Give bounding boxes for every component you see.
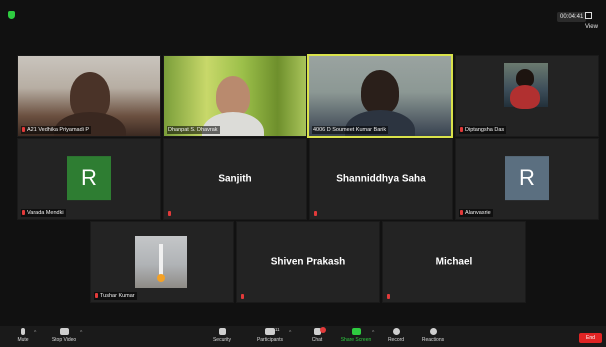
tile-name-label: Diptangsha Das [459, 126, 507, 134]
stop-video-button[interactable]: Stop Video [48, 328, 80, 343]
mic-muted-icon [168, 211, 171, 216]
participants-icon [265, 328, 275, 335]
video-tile-shanniddhya[interactable]: Shanniddhya Saha [309, 138, 453, 220]
record-button[interactable]: Record [384, 328, 408, 343]
end-meeting-button[interactable]: End [579, 333, 602, 343]
participants-count: 11 [275, 327, 280, 332]
participant-video [361, 70, 399, 114]
mic-muted-icon [95, 293, 98, 298]
video-tile-michael[interactable]: Michael [382, 221, 526, 303]
mic-muted-icon [387, 294, 390, 299]
meeting-toolbar: Mute ^ Stop Video ^ Security Participant… [0, 326, 606, 347]
participant-name: Shiven Prakash [270, 256, 346, 268]
chevron-up-icon[interactable]: ^ [80, 330, 82, 336]
video-tile-alanvasrie[interactable]: R Alanvasrie [455, 138, 599, 220]
mute-label: Mute [17, 337, 29, 343]
mic-muted-icon [314, 211, 317, 216]
view-label: View [585, 24, 598, 30]
mic-muted-icon [241, 294, 244, 299]
mic-muted-icon [460, 210, 463, 215]
tile-name-label: Dhanpat S. Dhavrak [167, 126, 220, 134]
mic-muted-icon [22, 210, 25, 215]
chevron-up-icon[interactable]: ^ [289, 330, 291, 336]
participant-name: Michael [435, 256, 473, 268]
chat-notification-badge [320, 327, 326, 333]
mute-button[interactable]: Mute [12, 328, 34, 343]
shield-icon [218, 328, 226, 335]
rocket-flame [157, 274, 165, 282]
shield-icon[interactable] [8, 11, 15, 19]
video-tile-soumeet-active-speaker[interactable]: 4006 D Soumeet Kumar Barik [307, 54, 453, 138]
video-tile-vedhika[interactable]: A21 Vedhika Priyamadi P [17, 55, 161, 137]
grid-icon [585, 12, 592, 19]
video-tile-varada[interactable]: R Varada Mendki [17, 138, 161, 220]
tile-name-label: 4006 D Soumeet Kumar Barik [312, 126, 389, 134]
tile-name-label: A21 Vedhika Priyamadi P [21, 126, 92, 134]
mic-muted-icon [460, 127, 463, 132]
record-label: Record [387, 337, 405, 343]
participant-name: Shanniddhya Saha [336, 173, 426, 185]
mic-muted-icon [22, 127, 25, 132]
avatar: R [67, 156, 111, 201]
record-icon [392, 328, 400, 335]
share-screen-button[interactable]: Share Screen [338, 328, 374, 343]
reactions-label: Reactions [421, 337, 445, 343]
photo-shirt [510, 85, 540, 109]
video-tile-diptangsha[interactable]: Diptangsha Das [455, 55, 599, 137]
video-tile-shiven[interactable]: Shiven Prakash [236, 221, 380, 303]
reactions-button[interactable]: Reactions [418, 328, 448, 343]
participant-photo-rocket [135, 236, 187, 288]
video-tile-sanjith[interactable]: Sanjith [163, 138, 307, 220]
view-button[interactable]: View [585, 12, 606, 30]
share-screen-label: Share Screen [340, 337, 372, 343]
security-button[interactable]: Security [208, 328, 236, 343]
top-bar: 00:04:41 View [0, 0, 606, 30]
chat-label: Chat [311, 337, 323, 343]
chevron-up-icon[interactable]: ^ [34, 330, 36, 336]
participants-label: Participants [256, 337, 284, 343]
participant-name: Sanjith [218, 173, 252, 185]
video-camera-icon [59, 328, 69, 335]
reactions-icon [429, 328, 437, 335]
rocket-icon [159, 244, 163, 276]
tile-name-label: Tushar Kumar [94, 292, 137, 300]
microphone-icon [21, 328, 25, 335]
meeting-timer: 00:04:41 [557, 12, 587, 22]
tile-name-label: Varada Mendki [21, 209, 66, 217]
security-label: Security [212, 337, 232, 343]
avatar: R [505, 156, 549, 201]
participant-video [216, 76, 250, 116]
chevron-up-icon[interactable]: ^ [372, 330, 374, 336]
stop-video-label: Stop Video [51, 337, 77, 343]
video-tile-dhanpat[interactable]: Dhanpat S. Dhavrak [163, 55, 307, 137]
participant-photo [504, 63, 548, 109]
tile-name-label: Alanvasrie [459, 209, 493, 217]
share-screen-icon [351, 328, 361, 335]
participants-button[interactable]: Participants [252, 328, 288, 343]
